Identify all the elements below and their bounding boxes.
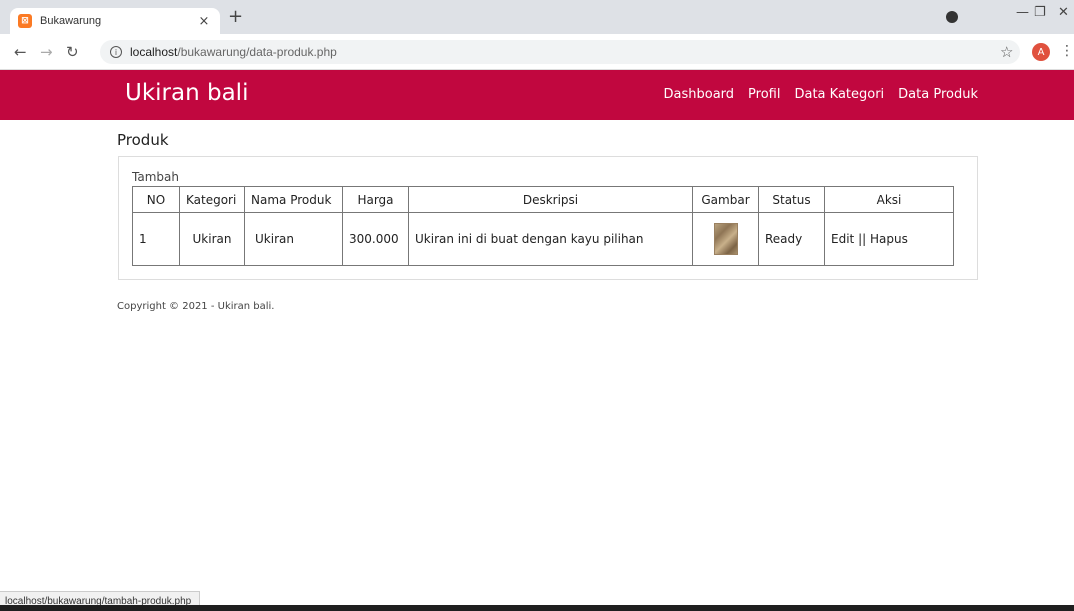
main-nav: Dashboard Profil Data Kategori Data Prod… — [664, 87, 979, 102]
cell-kategori: Ukiran — [179, 212, 245, 266]
url-field[interactable]: i localhost /bukawarung/data-produk.php — [100, 40, 1020, 64]
tab-title: Bukawarung — [40, 15, 102, 27]
info-icon[interactable]: i — [110, 46, 122, 58]
cell-gambar — [692, 212, 759, 266]
nav-profil[interactable]: Profil — [748, 87, 780, 102]
url-path: /bukawarung/data-produk.php — [177, 45, 337, 59]
bookmark-star-icon[interactable]: ☆ — [1000, 43, 1013, 61]
close-tab-icon[interactable]: × — [196, 14, 212, 29]
product-table: NO Kategori Nama Produk Harga Deskripsi … — [132, 186, 954, 266]
footer-copyright: Copyright © 2021 - Ukiran bali. — [117, 301, 275, 312]
reload-icon[interactable]: ↻ — [66, 43, 79, 61]
add-product-link[interactable]: Tambah — [132, 170, 179, 184]
nav-data-kategori[interactable]: Data Kategori — [794, 87, 884, 102]
cell-no: 1 — [132, 212, 180, 266]
hapus-link[interactable]: Hapus — [870, 232, 908, 246]
page-title: Produk — [117, 131, 169, 149]
tab-search-icon[interactable] — [946, 11, 958, 23]
product-card: Tambah NO Kategori Nama Produk Harga Des… — [118, 156, 978, 280]
os-taskbar — [0, 605, 1074, 611]
cell-harga: 300.000 — [342, 212, 409, 266]
col-harga: Harga — [342, 186, 409, 213]
col-gambar: Gambar — [692, 186, 759, 213]
action-separator: || — [858, 232, 867, 246]
col-status: Status — [758, 186, 825, 213]
restore-icon[interactable]: ❐ — [1034, 5, 1046, 20]
address-bar: ← → ↻ i localhost /bukawarung/data-produ… — [0, 34, 1074, 70]
new-tab-button[interactable]: + — [228, 8, 243, 26]
col-aksi: Aksi — [824, 186, 954, 213]
product-thumbnail — [713, 223, 738, 255]
table-row: 1 Ukiran Ukiran 300.000 Ukiran ini di bu… — [132, 212, 954, 266]
cell-aksi: Edit || Hapus — [824, 212, 954, 266]
profile-avatar[interactable]: A — [1032, 43, 1050, 61]
url-host: localhost — [130, 45, 178, 59]
back-icon[interactable]: ← — [14, 43, 27, 61]
close-window-icon[interactable]: ✕ — [1058, 5, 1069, 20]
browser-tab-bar: ⊠ Bukawarung × + — ❐ ✕ — [0, 0, 1074, 34]
forward-icon[interactable]: → — [40, 43, 53, 61]
col-deskripsi: Deskripsi — [408, 186, 693, 213]
col-no: NO — [132, 186, 180, 213]
site-header: Ukiran bali Dashboard Profil Data Katego… — [0, 70, 1074, 120]
browser-menu-icon[interactable]: ⋮ — [1060, 43, 1074, 59]
nav-data-produk[interactable]: Data Produk — [898, 87, 978, 102]
site-brand[interactable]: Ukiran bali — [125, 80, 248, 106]
cell-nama-produk: Ukiran — [244, 212, 343, 266]
cell-status: Ready — [758, 212, 825, 266]
col-nama-produk: Nama Produk — [244, 186, 343, 213]
xampp-favicon-icon: ⊠ — [18, 14, 32, 28]
minimize-icon[interactable]: — — [1016, 5, 1029, 20]
table-header-row: NO Kategori Nama Produk Harga Deskripsi … — [132, 186, 954, 213]
edit-link[interactable]: Edit — [831, 232, 854, 246]
browser-tab[interactable]: ⊠ Bukawarung × — [10, 8, 220, 34]
nav-dashboard[interactable]: Dashboard — [664, 87, 735, 102]
col-kategori: Kategori — [179, 186, 245, 213]
cell-deskripsi: Ukiran ini di buat dengan kayu pilihan — [408, 212, 693, 266]
